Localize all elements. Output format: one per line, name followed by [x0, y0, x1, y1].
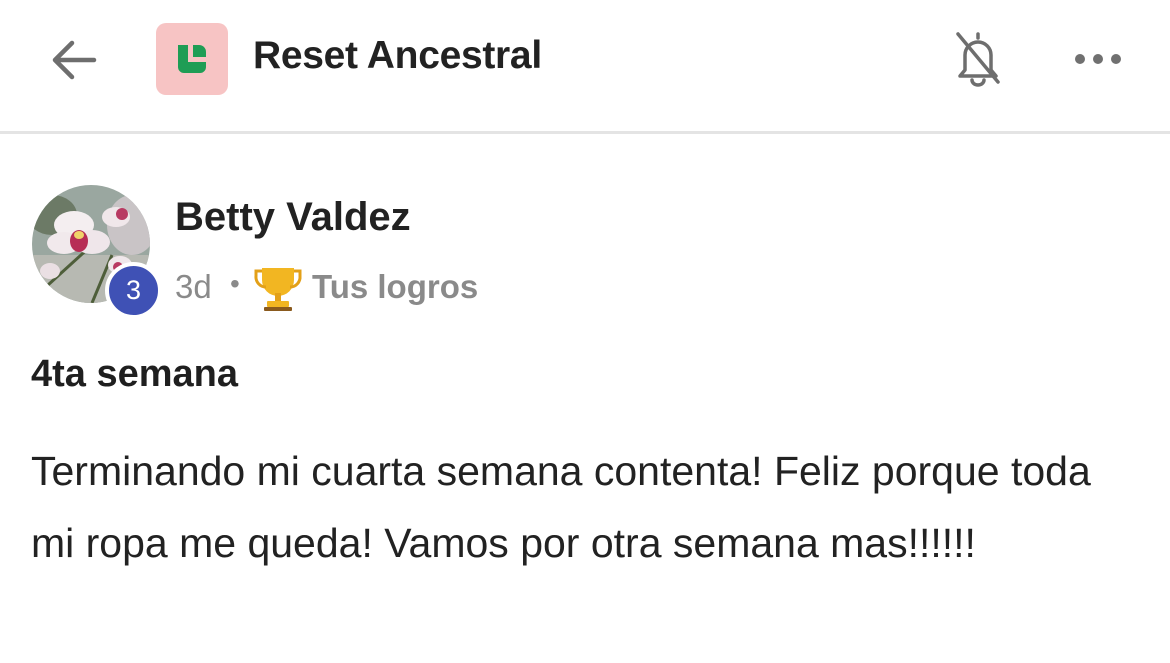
back-button[interactable] [46, 32, 102, 88]
trophy-icon [252, 261, 304, 318]
more-icon [1075, 54, 1121, 64]
notifications-button[interactable] [948, 26, 1008, 90]
bell-off-icon [956, 32, 1000, 87]
post-title: 4ta semana [31, 353, 239, 395]
post-card: 3 Betty Valdez 3d • Tus logros 4ta seman… [0, 137, 1170, 663]
top-bar: Reset Ancestral [0, 0, 1170, 134]
author-name[interactable]: Betty Valdez [175, 195, 411, 240]
topic-label[interactable]: Tus logros [312, 268, 478, 306]
post-time: 3d [175, 268, 212, 305]
more-options-button[interactable] [1068, 44, 1128, 74]
group-title[interactable]: Reset Ancestral [253, 34, 542, 78]
back-arrow-icon [52, 40, 97, 80]
post-body: Terminando mi cuarta semana contenta! Fe… [31, 448, 1091, 566]
meta-separator: • [230, 268, 240, 299]
level-badge: 3 [105, 262, 162, 319]
group-logo-icon [178, 45, 206, 73]
group-logo[interactable] [156, 23, 228, 95]
